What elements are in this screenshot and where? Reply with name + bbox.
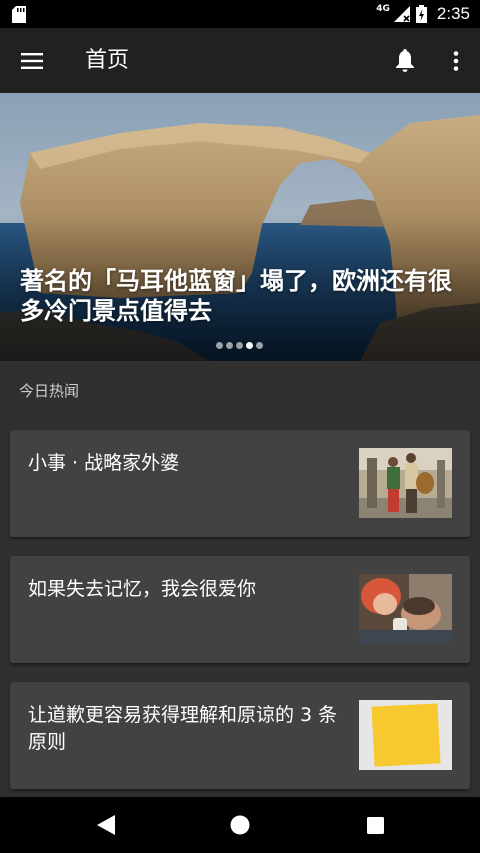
story-card[interactable]: 让道歉更容易获得理解和原谅的 3 条原则 xyxy=(10,682,470,789)
carousel-indicator xyxy=(216,342,263,349)
story-card[interactable]: 如果失去记忆，我会很爱你 xyxy=(10,556,470,663)
story-title: 让道歉更容易获得理解和原谅的 3 条原则 xyxy=(28,704,338,753)
home-button[interactable] xyxy=(226,811,254,839)
story-thumbnail xyxy=(359,700,452,770)
more-options-button[interactable] xyxy=(444,45,468,77)
street-photo-image xyxy=(359,448,452,518)
home-circle-icon xyxy=(230,815,250,835)
banner-title: 著名的「马耳他蓝窗」塌了，欧洲还有很多冷门景点值得去 xyxy=(20,267,452,325)
system-navigation-bar xyxy=(0,797,480,853)
sticky-note-image xyxy=(359,700,452,770)
carousel-dot[interactable] xyxy=(256,342,263,349)
battery-icon xyxy=(415,5,427,23)
page-title: 首页 xyxy=(85,48,130,73)
app-bar: 首页 xyxy=(0,28,480,93)
bell-icon xyxy=(396,49,414,72)
recents-square-icon xyxy=(366,816,384,834)
cell-signal-icon xyxy=(393,6,410,22)
story-thumbnail xyxy=(359,448,452,518)
featured-story-banner[interactable]: 著名的「马耳他蓝窗」塌了，欧洲还有很多冷门景点值得去 xyxy=(0,93,480,361)
story-title: 小事 · 战略家外婆 xyxy=(28,452,180,474)
notifications-button[interactable] xyxy=(390,45,420,77)
clock: 2:35 xyxy=(436,4,470,23)
recents-button[interactable] xyxy=(361,811,389,839)
back-triangle-icon xyxy=(97,815,115,835)
story-card[interactable]: 小事 · 战略家外婆 xyxy=(10,430,470,537)
story-title: 如果失去记忆，我会很爱你 xyxy=(28,578,257,600)
more-vertical-icon xyxy=(453,51,459,71)
back-button[interactable] xyxy=(92,811,120,839)
status-bar: 4G 2:35 xyxy=(0,0,480,28)
section-header: 今日热闻 xyxy=(19,382,80,400)
story-thumbnail xyxy=(359,574,452,644)
carousel-dot-active[interactable] xyxy=(246,342,253,349)
menu-button[interactable] xyxy=(14,44,50,78)
film-still-image xyxy=(359,574,452,644)
network-type-label: 4G xyxy=(376,4,390,14)
hamburger-menu-icon xyxy=(21,53,43,69)
carousel-dot[interactable] xyxy=(226,342,233,349)
sd-card-icon xyxy=(12,6,26,23)
carousel-dot[interactable] xyxy=(216,342,223,349)
carousel-dot[interactable] xyxy=(236,342,243,349)
